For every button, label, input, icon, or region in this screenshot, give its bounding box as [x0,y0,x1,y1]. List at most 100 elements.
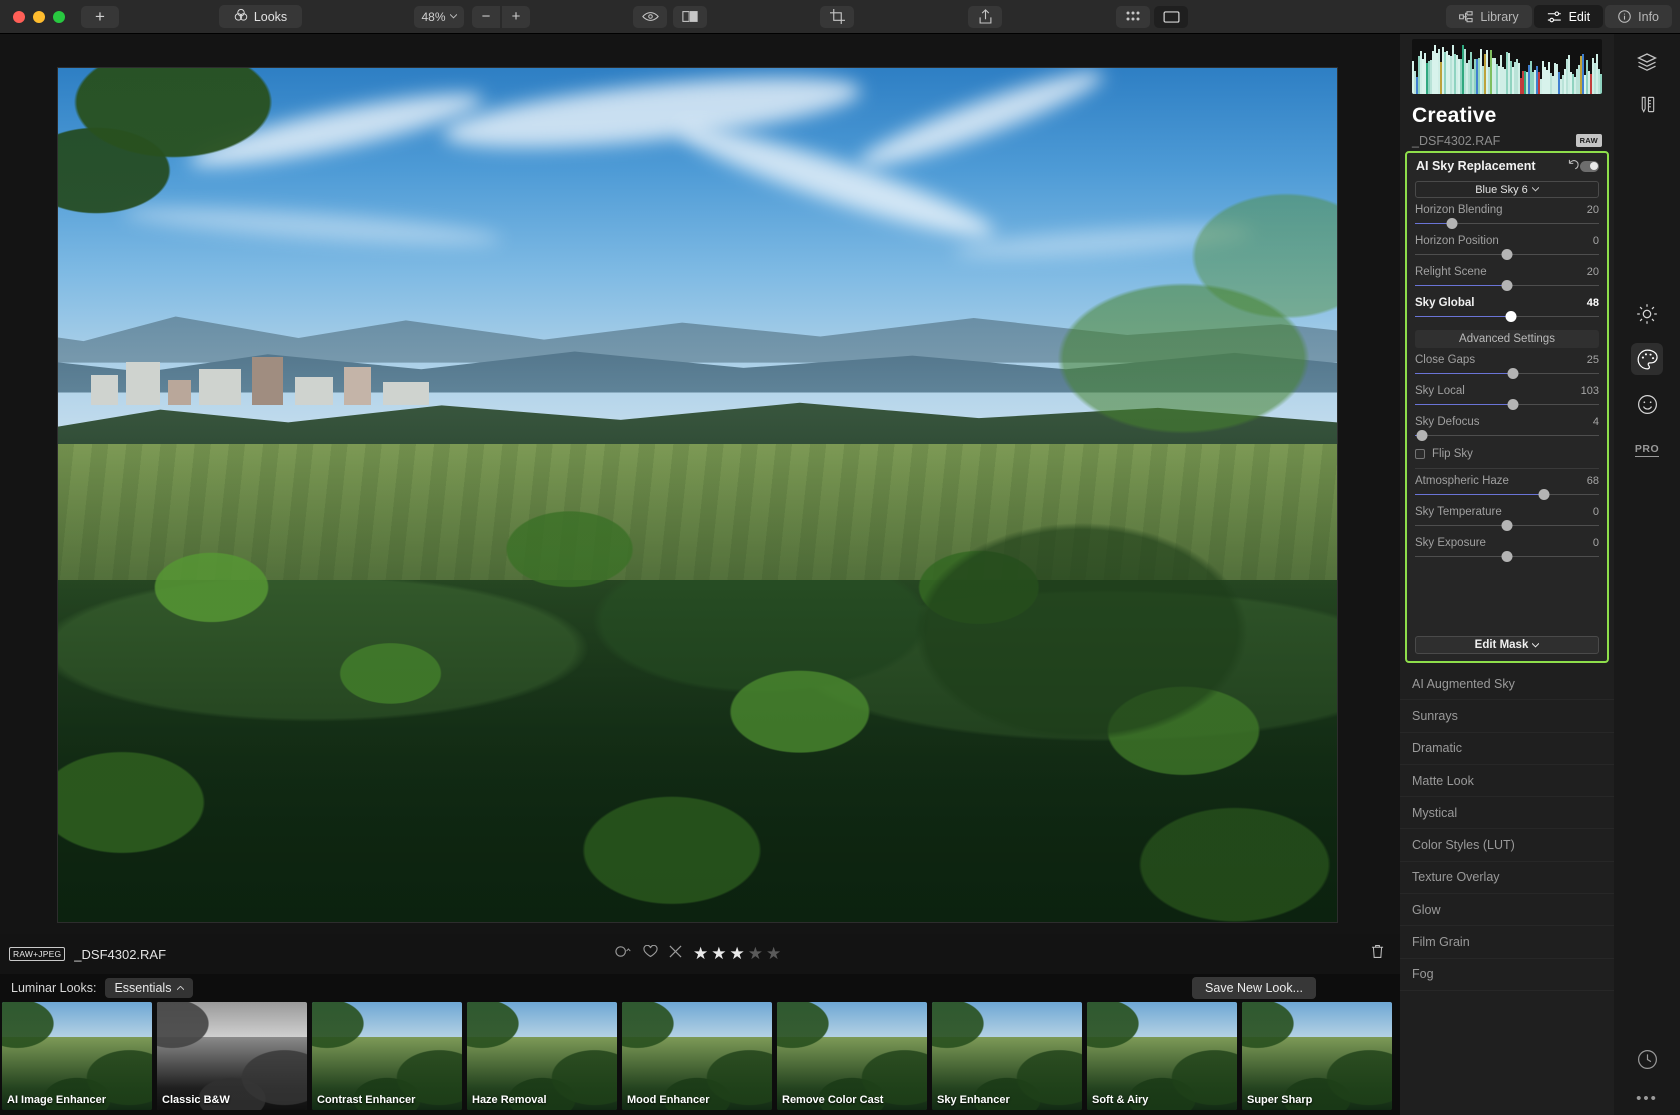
look-thumbnail[interactable]: Remove Color Cast [777,1002,927,1110]
slider-sky-defocus[interactable]: Sky Defocus 4 [1415,410,1599,441]
ai-sky-enable-toggle[interactable] [1580,160,1599,172]
slider-sky-local[interactable]: Sky Local 103 [1415,379,1599,410]
x-reject-icon[interactable] [669,945,682,963]
star-5[interactable]: ★ [766,944,781,964]
sky-preset-dropdown[interactable]: Blue Sky 6 [1415,181,1599,198]
slider-knob[interactable] [1416,430,1428,441]
tab-info[interactable]: Info [1605,5,1672,28]
more-dots-icon[interactable]: ••• [1614,1090,1680,1107]
slider-knob[interactable] [1538,489,1550,500]
zoom-level-dropdown[interactable]: 48% [414,5,464,28]
slider-track[interactable] [1415,550,1599,562]
eye-icon[interactable] [633,5,667,28]
edited-photo-preview[interactable] [57,67,1338,923]
slider-track[interactable] [1415,248,1599,260]
slider-knob[interactable] [1501,249,1513,260]
look-thumb-label: Mood Enhancer [627,1094,710,1106]
essentials-sun-icon[interactable] [1614,294,1680,334]
look-thumbnail[interactable]: Soft & Airy [1087,1002,1237,1110]
color-label-icon[interactable] [615,945,632,963]
compare-split-icon[interactable] [673,5,707,28]
layers-icon[interactable] [1614,42,1680,82]
flip-sky-label: Flip Sky [1432,448,1473,460]
pro-badge[interactable]: PRO [1614,430,1680,470]
looks-collection-dropdown[interactable]: Essentials [105,978,194,998]
tools-icon[interactable] [1614,84,1680,124]
star-rating[interactable]: ★ ★ ★ ★ ★ [693,944,781,964]
look-thumbnail[interactable]: Super Sharp [1242,1002,1392,1110]
slider-track[interactable] [1415,519,1599,531]
add-image-button[interactable]: + [81,5,119,28]
slider-sky-global[interactable]: Sky Global 48 [1415,291,1599,322]
trash-icon[interactable] [1371,944,1384,964]
advanced-settings-button[interactable]: Advanced Settings [1415,330,1599,348]
looks-toggle-button[interactable]: Looks [219,5,302,28]
portrait-face-icon[interactable] [1614,384,1680,424]
look-thumbnail[interactable]: Haze Removal [467,1002,617,1110]
filter-item-matte-look[interactable]: Matte Look [1400,765,1614,798]
raw-jpeg-badge: RAW+JPEG [9,947,66,961]
look-thumbnail[interactable]: Contrast Enhancer [312,1002,462,1110]
slider-label: Horizon Position [1415,235,1499,247]
slider-track[interactable] [1415,279,1599,291]
slider-horizon-blending[interactable]: Horizon Blending 20 [1415,198,1599,229]
maximize-window-button[interactable] [53,10,65,23]
star-1[interactable]: ★ [693,944,708,964]
creative-palette-icon[interactable] [1614,339,1680,379]
slider-knob[interactable] [1446,218,1458,229]
star-4[interactable]: ★ [748,944,763,964]
look-thumbnail[interactable]: AI Image Enhancer [2,1002,152,1110]
star-3[interactable]: ★ [730,944,745,964]
edit-mask-button[interactable]: Edit Mask [1415,636,1599,654]
zoom-out-button[interactable]: − [472,5,500,28]
slider-knob[interactable] [1507,399,1519,410]
slider-horizon-position[interactable]: Horizon Position 0 [1415,229,1599,260]
save-new-look-button[interactable]: Save New Look... [1192,977,1316,999]
grid-view-icon[interactable] [1116,5,1150,28]
filter-item-ai-augmented-sky[interactable]: AI Augmented Sky [1400,668,1614,701]
edit-side-panel: Creative _DSF4302.RAF RAW AI Sky Replace… [1400,34,1614,1115]
tab-edit[interactable]: Edit [1533,5,1604,28]
slider-knob[interactable] [1501,280,1513,291]
filter-item-glow[interactable]: Glow [1400,894,1614,927]
slider-close-gaps[interactable]: Close Gaps 25 [1415,348,1599,379]
flip-sky-checkbox-row[interactable]: Flip Sky [1415,448,1599,460]
filter-item-film-grain[interactable]: Film Grain [1400,926,1614,959]
slider-track[interactable] [1415,367,1599,379]
look-thumbnail[interactable]: Sky Enhancer [932,1002,1082,1110]
reset-arrow-icon[interactable] [1568,159,1580,173]
slider-track[interactable] [1415,429,1599,441]
slider-track[interactable] [1415,310,1599,322]
filter-item-sunrays[interactable]: Sunrays [1400,700,1614,733]
slider-sky-exposure[interactable]: Sky Exposure 0 [1415,531,1599,562]
look-thumbnail[interactable]: Mood Enhancer [622,1002,772,1110]
slider-sky-temperature[interactable]: Sky Temperature 0 [1415,500,1599,531]
slider-knob[interactable] [1501,551,1513,562]
slider-relight-scene[interactable]: Relight Scene 20 [1415,260,1599,291]
minimize-window-button[interactable] [33,10,45,23]
slider-knob[interactable] [1505,311,1517,322]
slider-atmospheric-haze[interactable]: Atmospheric Haze 68 [1415,469,1599,500]
slider-knob[interactable] [1507,368,1519,379]
history-clock-icon[interactable] [1614,1049,1680,1070]
filter-item-mystical[interactable]: Mystical [1400,797,1614,830]
slider-track[interactable] [1415,398,1599,410]
filter-item-fog[interactable]: Fog [1400,959,1614,991]
filter-item-dramatic[interactable]: Dramatic [1400,733,1614,765]
look-thumbnail[interactable]: Classic B&W [157,1002,307,1110]
heart-icon[interactable] [643,944,658,963]
tab-library[interactable]: Library [1446,5,1532,28]
close-window-button[interactable] [13,10,25,23]
zoom-in-button[interactable]: + [502,5,530,28]
single-view-icon[interactable] [1154,5,1188,28]
crop-icon[interactable] [820,5,854,28]
slider-track[interactable] [1415,488,1599,500]
star-2[interactable]: ★ [711,944,726,964]
flip-sky-checkbox[interactable] [1415,449,1425,459]
share-icon[interactable] [968,5,1002,28]
slider-label: Relight Scene [1415,266,1487,278]
filter-item-texture-overlay[interactable]: Texture Overlay [1400,862,1614,895]
filter-item-color-styles-lut-[interactable]: Color Styles (LUT) [1400,829,1614,862]
slider-track[interactable] [1415,217,1599,229]
slider-knob[interactable] [1501,520,1513,531]
